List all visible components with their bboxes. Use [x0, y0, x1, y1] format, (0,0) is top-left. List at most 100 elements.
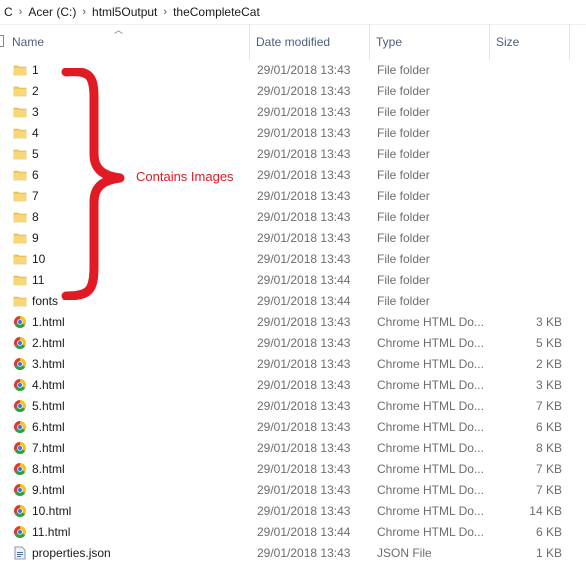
file-type: File folder — [377, 105, 430, 119]
file-date-modified: 29/01/2018 13:43 — [257, 546, 351, 560]
file-date-modified: 29/01/2018 13:43 — [257, 357, 351, 371]
file-date-modified: 29/01/2018 13:43 — [257, 126, 351, 140]
breadcrumb: C › Acer (C:) › html5Output › theCompleteCat — [0, 0, 586, 25]
folder-icon — [13, 105, 27, 119]
file-name: 9 — [32, 231, 39, 245]
breadcrumb-item[interactable]: Acer (C:) — [24, 5, 80, 19]
file-type: File folder — [377, 84, 430, 98]
file-type: File folder — [377, 189, 430, 203]
file-name: 11 — [32, 273, 45, 287]
file-name: 5.html — [32, 399, 65, 413]
file-date-modified: 29/01/2018 13:43 — [257, 420, 351, 434]
file-date-modified: 29/01/2018 13:44 — [257, 273, 351, 287]
file-row[interactable]: 3.html 29/01/2018 13:43 Chrome HTML Do... 2… — [0, 354, 586, 375]
file-date-modified: 29/01/2018 13:43 — [257, 168, 351, 182]
folder-icon — [13, 84, 27, 98]
file-date-modified: 29/01/2018 13:44 — [257, 525, 351, 539]
file-type: File folder — [377, 294, 430, 308]
folder-icon — [13, 252, 27, 266]
file-row[interactable]: 8.html 29/01/2018 13:43 Chrome HTML Do... 7… — [0, 459, 586, 480]
breadcrumb-separator-icon: › — [163, 6, 168, 18]
folder-icon — [13, 294, 27, 308]
file-date-modified: 29/01/2018 13:43 — [257, 231, 351, 245]
column-header-date[interactable]: Date modified — [250, 24, 370, 60]
json-file-icon — [13, 546, 27, 560]
file-date-modified: 29/01/2018 13:43 — [257, 378, 351, 392]
file-row[interactable]: 2.html 29/01/2018 13:43 Chrome HTML Do... 5… — [0, 333, 586, 354]
file-name: fonts — [32, 294, 59, 308]
chrome-icon — [13, 441, 27, 455]
column-header-type[interactable]: Type — [370, 24, 490, 60]
chrome-icon — [13, 504, 27, 518]
chrome-icon — [13, 462, 27, 476]
file-name: 7 — [32, 189, 39, 203]
file-size: 7 KB — [535, 462, 562, 476]
file-row[interactable]: 5.html 29/01/2018 13:43 Chrome HTML Do... 7… — [0, 396, 586, 417]
column-header-name-label: Name — [12, 35, 45, 49]
breadcrumb-item[interactable]: html5Output — [88, 5, 161, 19]
file-type: JSON File — [377, 546, 432, 560]
file-date-modified: 29/01/2018 13:43 — [257, 105, 351, 119]
file-row[interactable]: 7.html 29/01/2018 13:43 Chrome HTML Do... 8… — [0, 438, 586, 459]
file-type: File folder — [377, 168, 430, 182]
annotation-brace-icon — [61, 68, 125, 300]
column-header-size[interactable]: Size — [490, 24, 570, 60]
file-size: 6 KB — [535, 525, 562, 539]
chrome-icon — [13, 399, 27, 413]
file-size: 3 KB — [535, 378, 562, 392]
chrome-icon — [13, 336, 27, 350]
folder-icon — [13, 63, 27, 77]
file-date-modified: 29/01/2018 13:43 — [257, 483, 351, 497]
file-date-modified: 29/01/2018 13:43 — [257, 441, 351, 455]
file-size: 1 KB — [535, 546, 562, 560]
chrome-icon — [13, 420, 27, 434]
file-row[interactable]: 1.html 29/01/2018 13:43 Chrome HTML Do... 3… — [0, 312, 586, 333]
file-name: 10.html — [32, 504, 72, 518]
file-date-modified: 29/01/2018 13:44 — [257, 294, 351, 308]
breadcrumb-item[interactable]: theCompleteCat — [169, 5, 264, 19]
column-header-name[interactable]: Name — [6, 24, 250, 60]
file-type: Chrome HTML Do... — [377, 315, 484, 329]
folder-icon — [13, 147, 27, 161]
folder-icon — [13, 273, 27, 287]
file-name: 1 — [32, 63, 39, 77]
file-row[interactable]: 6.html 29/01/2018 13:43 Chrome HTML Do... 6… — [0, 417, 586, 438]
folder-icon — [13, 168, 27, 182]
file-name: 2.html — [32, 336, 65, 350]
file-row[interactable]: 4.html 29/01/2018 13:43 Chrome HTML Do... 3… — [0, 375, 586, 396]
file-type: File folder — [377, 63, 430, 77]
file-date-modified: 29/01/2018 13:43 — [257, 147, 351, 161]
file-type: Chrome HTML Do... — [377, 420, 484, 434]
file-date-modified: 29/01/2018 13:43 — [257, 189, 351, 203]
chrome-icon — [13, 483, 27, 497]
file-name: 5 — [32, 147, 39, 161]
file-row[interactable]: 11.html 29/01/2018 13:44 Chrome HTML Do...… — [0, 522, 586, 543]
file-row[interactable]: 9.html 29/01/2018 13:43 Chrome HTML Do... 7… — [0, 480, 586, 501]
file-row[interactable]: properties.json 29/01/2018 13:43 JSON File… — [0, 543, 586, 564]
column-header-date-label: Date modified — [256, 35, 331, 49]
file-name: 4 — [32, 126, 39, 140]
file-date-modified: 29/01/2018 13:43 — [257, 210, 351, 224]
select-all-checkbox[interactable] — [0, 35, 4, 47]
file-name: 9.html — [32, 483, 65, 497]
breadcrumb-item[interactable]: C — [0, 5, 17, 19]
file-date-modified: 29/01/2018 13:43 — [257, 252, 351, 266]
column-header-type-label: Type — [376, 35, 403, 49]
file-name: 8.html — [32, 462, 65, 476]
file-name: 10 — [32, 252, 46, 266]
file-date-modified: 29/01/2018 13:43 — [257, 462, 351, 476]
file-name: 7.html — [32, 441, 65, 455]
file-type: Chrome HTML Do... — [377, 441, 484, 455]
file-type: Chrome HTML Do... — [377, 483, 484, 497]
file-type: Chrome HTML Do... — [377, 336, 484, 350]
file-type: File folder — [377, 252, 430, 266]
file-size: 7 KB — [535, 399, 562, 413]
folder-icon — [13, 231, 27, 245]
file-name: 4.html — [32, 378, 65, 392]
file-name: 1.html — [32, 315, 65, 329]
file-type: File folder — [377, 147, 430, 161]
file-row[interactable]: 10.html 29/01/2018 13:43 Chrome HTML Do...… — [0, 501, 586, 522]
column-header-size-label: Size — [496, 35, 520, 49]
file-type: Chrome HTML Do... — [377, 525, 484, 539]
file-type: Chrome HTML Do... — [377, 357, 484, 371]
